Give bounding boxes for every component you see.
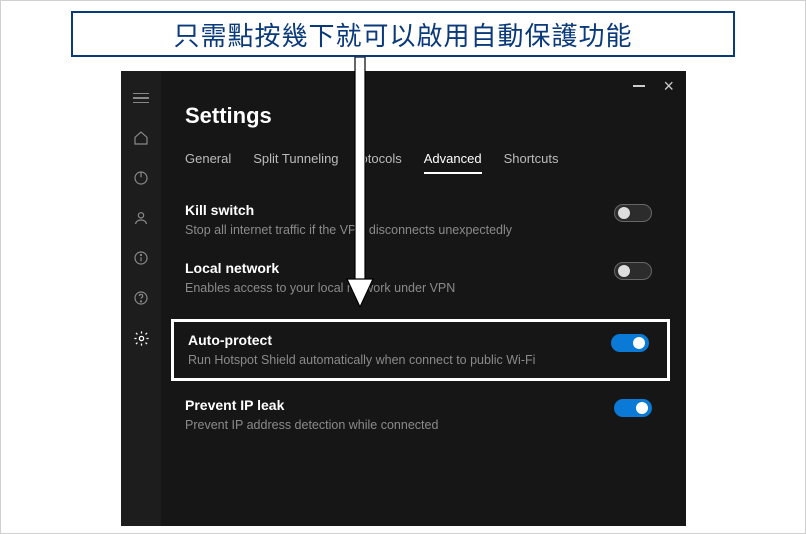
tab-advanced[interactable]: Advanced — [424, 151, 482, 174]
page-title: Settings — [185, 103, 656, 129]
annotation-banner: 只需點按幾下就可以啟用自動保護功能 — [71, 11, 735, 57]
close-button[interactable]: × — [663, 79, 674, 93]
settings-tabs: General Split Tunneling otocols Advanced… — [185, 151, 656, 174]
tab-shortcuts[interactable]: Shortcuts — [504, 151, 559, 174]
window-controls: × — [633, 79, 674, 93]
tab-split-tunneling[interactable]: Split Tunneling — [253, 151, 338, 174]
annotation-text: 只需點按幾下就可以啟用自動保護功能 — [173, 16, 632, 53]
help-icon[interactable] — [132, 289, 150, 307]
menu-icon[interactable] — [132, 89, 150, 107]
app-window: × Settings General Split Tunneling otoc — [121, 71, 686, 526]
auto-protect-title: Auto-protect — [188, 332, 535, 348]
tab-general[interactable]: General — [185, 151, 231, 174]
prevent-ip-leak-desc: Prevent IP address detection while conne… — [185, 417, 438, 433]
nav-sidebar — [121, 71, 161, 526]
auto-protect-desc: Run Hotspot Shield automatically when co… — [188, 352, 535, 368]
home-icon[interactable] — [132, 129, 150, 147]
settings-icon[interactable] — [132, 329, 150, 347]
setting-kill-switch: Kill switch Stop all internet traffic if… — [185, 202, 656, 238]
minimize-button[interactable] — [633, 85, 645, 87]
setting-local-network: Local network Enables access to your loc… — [185, 260, 656, 296]
prevent-ip-leak-toggle[interactable] — [614, 399, 652, 417]
setting-prevent-ip-leak: Prevent IP leak Prevent IP address detec… — [185, 397, 656, 433]
prevent-ip-leak-title: Prevent IP leak — [185, 397, 438, 413]
info-icon[interactable] — [132, 249, 150, 267]
setting-auto-protect: Auto-protect Run Hotspot Shield automati… — [188, 332, 653, 368]
local-network-title: Local network — [185, 260, 455, 276]
auto-protect-toggle[interactable] — [611, 334, 649, 352]
local-network-toggle[interactable] — [614, 262, 652, 280]
annotation-arrow — [345, 57, 375, 314]
local-network-desc: Enables access to your local network und… — [185, 280, 455, 296]
kill-switch-toggle[interactable] — [614, 204, 652, 222]
power-icon[interactable] — [132, 169, 150, 187]
user-icon[interactable] — [132, 209, 150, 227]
auto-protect-highlight: Auto-protect Run Hotspot Shield automati… — [171, 319, 670, 381]
settings-panel: Settings General Split Tunneling otocols… — [161, 71, 686, 526]
